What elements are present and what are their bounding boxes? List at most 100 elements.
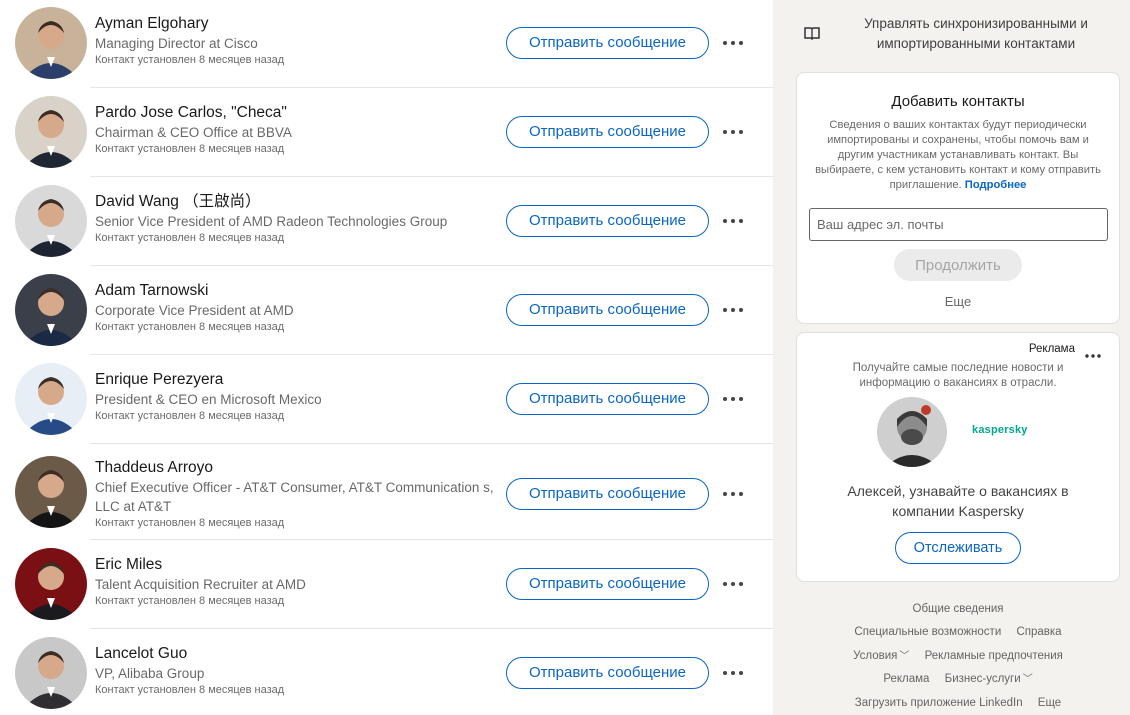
connection-info: Lancelot Guo VP, Alibaba Group Контакт у…: [95, 644, 495, 698]
more-options-icon[interactable]: [720, 663, 746, 683]
send-message-button[interactable]: Отправить сообщение: [506, 294, 709, 326]
footer-ad-prefs-link[interactable]: Рекламные предпочтения: [925, 650, 1063, 662]
connection-info: Enrique Perezyera President & CEO en Mic…: [95, 370, 495, 424]
avatar[interactable]: [15, 274, 87, 346]
send-message-button[interactable]: Отправить сообщение: [506, 116, 709, 148]
footer-row-3: Условия ﹀ Рекламные предпочтения: [796, 648, 1120, 665]
row-divider: [90, 176, 773, 177]
connection-title: President & CEO en Microsoft Mexico: [95, 392, 322, 407]
connection-row: Pardo Jose Carlos, "Checa" Chairman & CE…: [0, 89, 773, 175]
more-options-icon[interactable]: [720, 122, 746, 142]
manage-contacts-link[interactable]: Управлять синхронизированными и импортир…: [796, 14, 1120, 56]
row-divider: [90, 354, 773, 355]
footer-about-link[interactable]: Общие сведения: [913, 603, 1004, 615]
avatar[interactable]: [15, 185, 87, 257]
more-options-icon[interactable]: [720, 484, 746, 504]
connection-title: VP, Alibaba Group: [95, 666, 205, 681]
avatar[interactable]: [15, 637, 87, 709]
follow-button[interactable]: Отслеживать: [895, 532, 1021, 564]
connection-time: Контакт установлен 8 месяцев назад: [95, 321, 285, 333]
connection-time: Контакт установлен 8 месяцев назад: [95, 54, 285, 66]
manage-contacts-label[interactable]: Управлять синхронизированными и импортир…: [836, 14, 1116, 54]
more-options-icon[interactable]: [720, 574, 746, 594]
connection-name[interactable]: Pardo Jose Carlos, "Checa": [95, 103, 495, 123]
row-divider: [90, 443, 773, 444]
email-field[interactable]: [809, 208, 1108, 241]
add-contacts-card: Добавить контакты Сведения о ваших конта…: [796, 72, 1120, 324]
ad-avatar: [877, 397, 947, 467]
avatar[interactable]: [15, 7, 87, 79]
connection-name[interactable]: Eric Miles: [95, 555, 495, 575]
row-divider: [90, 87, 773, 88]
connection-name[interactable]: Lancelot Guo: [95, 644, 495, 664]
connection-name[interactable]: Ayman Elgohary: [95, 14, 495, 34]
connection-name[interactable]: Adam Tarnowski: [95, 281, 495, 301]
footer-advertising-link[interactable]: Реклама: [883, 673, 929, 685]
avatar-image: [15, 548, 87, 620]
send-message-button[interactable]: Отправить сообщение: [506, 205, 709, 237]
connection-info: Pardo Jose Carlos, "Checa" Chairman & CE…: [95, 103, 495, 157]
send-message-button[interactable]: Отправить сообщение: [506, 383, 709, 415]
learn-more-link[interactable]: Подробнее: [965, 179, 1027, 191]
connection-time: Контакт установлен 8 месяцев назад: [95, 684, 285, 696]
ad-label: Реклама: [1028, 343, 1075, 355]
send-message-button[interactable]: Отправить сообщение: [506, 478, 709, 510]
avatar[interactable]: [15, 548, 87, 620]
connection-row: Eric Miles Talent Acquisition Recruiter …: [0, 541, 773, 627]
avatar-image: [15, 363, 87, 435]
footer-business-link[interactable]: Бизнес-услуги ﹀: [945, 673, 1033, 685]
footer-row-2: Специальные возможности Справка: [796, 624, 1120, 640]
continue-button[interactable]: Продолжить: [894, 249, 1022, 281]
ad-text: Получайте самые последние новости и инфо…: [852, 362, 1064, 389]
connection-info: Adam Tarnowski Corporate Vice President …: [95, 281, 495, 335]
send-message-button[interactable]: Отправить сообщение: [506, 657, 709, 689]
send-message-button[interactable]: Отправить сообщение: [506, 27, 709, 59]
avatar-image: [15, 185, 87, 257]
more-options-icon[interactable]: [720, 211, 746, 231]
more-options-icon[interactable]: [720, 300, 746, 320]
connection-info: Thaddeus Arroyo Chief Executive Officer …: [95, 458, 495, 531]
avatar[interactable]: [15, 96, 87, 168]
kaspersky-logo: kaspersky: [972, 424, 1028, 436]
connection-row: Lancelot Guo VP, Alibaba Group Контакт у…: [0, 630, 773, 715]
ad-card: Реклама Получайте самые последние новост…: [796, 332, 1120, 582]
connection-time: Контакт установлен 8 месяцев назад: [95, 143, 285, 155]
footer-terms-label: Условия: [853, 650, 898, 662]
connection-info: Ayman Elgohary Managing Director at Cisc…: [95, 14, 495, 68]
connection-name[interactable]: Enrique Perezyera: [95, 370, 495, 390]
row-divider: [90, 539, 773, 540]
more-options-icon[interactable]: [720, 33, 746, 53]
more-link[interactable]: Еще: [797, 294, 1119, 309]
connection-time: Контакт установлен 8 месяцев назад: [95, 410, 285, 422]
book-icon: [804, 26, 820, 45]
connection-title: Talent Acquisition Recruiter at AMD: [95, 577, 306, 592]
footer-more-link[interactable]: Еще: [1038, 697, 1061, 709]
connection-title: Corporate Vice President at AMD: [95, 303, 294, 318]
footer-terms-link[interactable]: Условия ﹀: [853, 650, 909, 662]
send-message-button[interactable]: Отправить сообщение: [506, 568, 709, 600]
row-divider: [90, 265, 773, 266]
connection-time: Контакт установлен 8 месяцев назад: [95, 232, 285, 244]
add-contacts-description: Сведения о ваших контактах будут периоди…: [811, 118, 1105, 193]
more-options-icon[interactable]: [720, 389, 746, 409]
avatar[interactable]: [15, 363, 87, 435]
connection-name[interactable]: Thaddeus Arroyo: [95, 458, 495, 478]
connection-row: Adam Tarnowski Corporate Vice President …: [0, 267, 773, 353]
row-divider: [90, 628, 773, 629]
connection-title: Chairman & CEO Office at BBVA: [95, 125, 292, 140]
footer-get-app-link[interactable]: Загрузить приложение LinkedIn: [855, 697, 1023, 709]
footer-accessibility-link[interactable]: Специальные возможности: [854, 626, 1001, 638]
footer-row-5: Загрузить приложение LinkedIn Еще: [796, 695, 1120, 711]
chevron-down-icon: ﹀: [1022, 674, 1033, 685]
connection-title: Chief Executive Officer - AT&T Consumer,…: [95, 480, 494, 514]
connections-list: Ayman Elgohary Managing Director at Cisc…: [0, 0, 773, 715]
footer-row-4: Реклама Бизнес-услуги ﹀: [796, 671, 1120, 688]
connection-name[interactable]: David Wang （王啟尚）: [95, 192, 495, 212]
chevron-down-icon: ﹀: [899, 651, 910, 662]
footer-help-link[interactable]: Справка: [1016, 626, 1061, 638]
footer-row-1: Общие сведения: [796, 601, 1120, 617]
avatar[interactable]: [15, 456, 87, 528]
avatar-image: [15, 96, 87, 168]
avatar-image: [15, 7, 87, 79]
avatar-image: [15, 456, 87, 528]
